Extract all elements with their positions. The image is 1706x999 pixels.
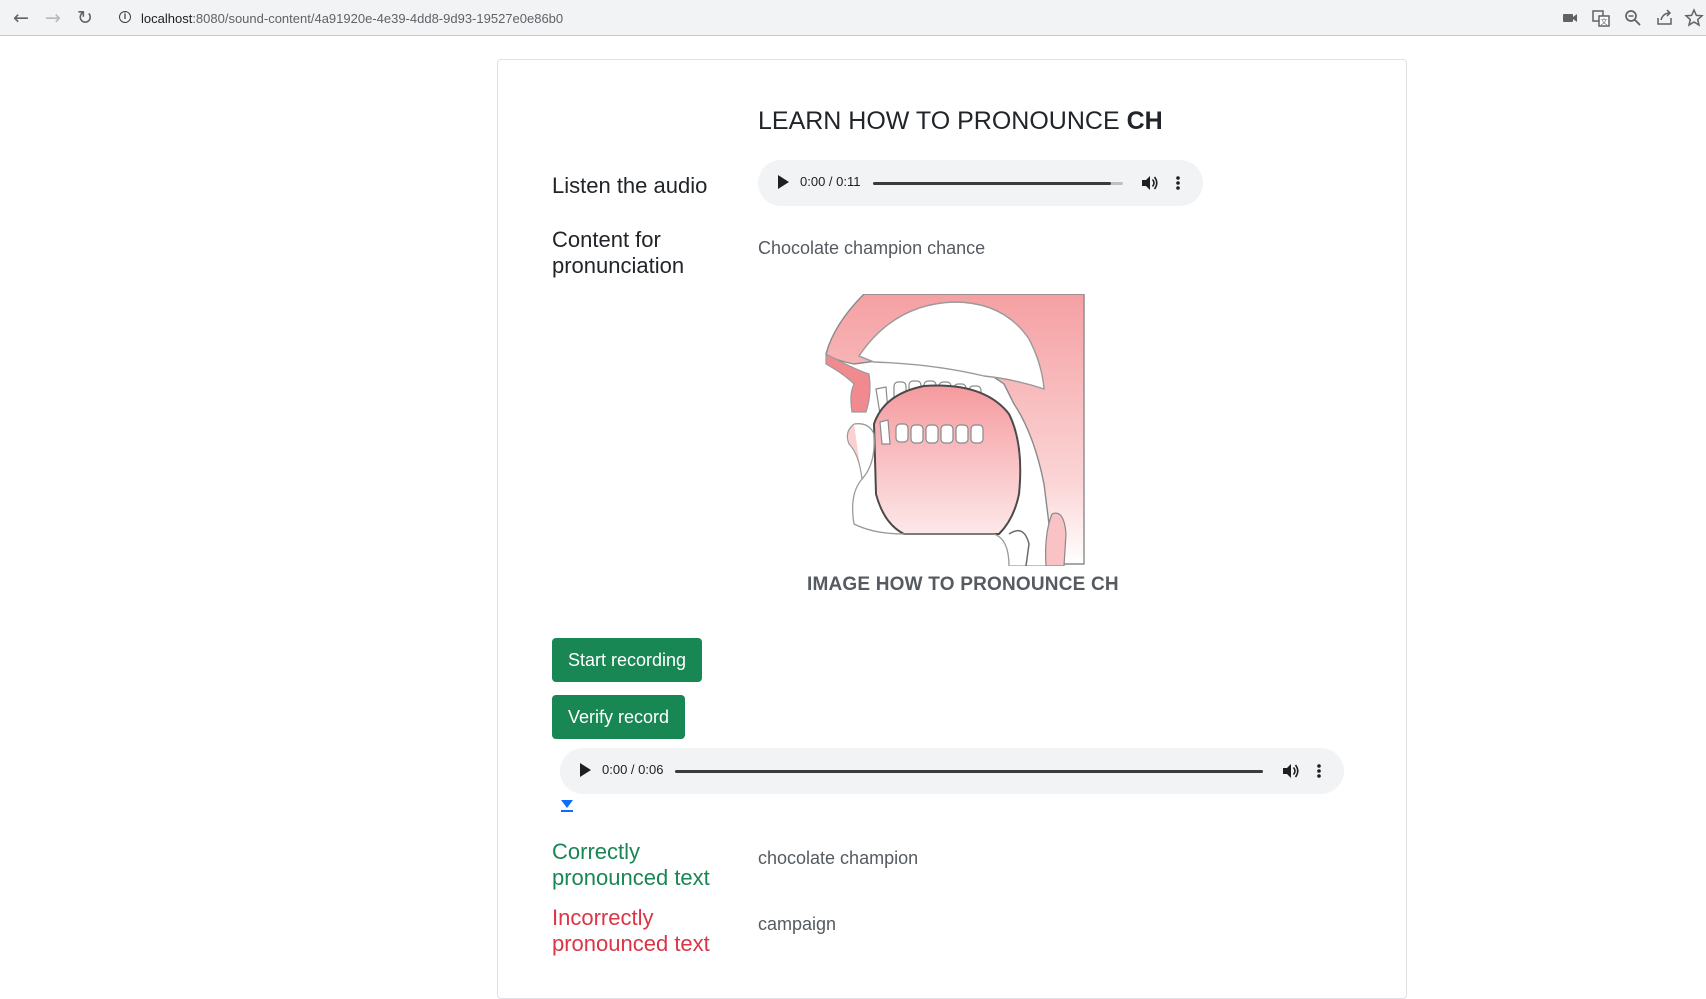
play-icon[interactable]	[778, 175, 789, 189]
recorded-audio-time: 0:00 / 0:06	[602, 762, 664, 777]
recorded-audio-seekbar-fill	[675, 770, 1263, 773]
url-text[interactable]: localhost:8080/sound-content/4a91920e-4e…	[141, 11, 563, 26]
mouth-diagram-image	[825, 294, 1085, 566]
address-bar[interactable]: i localhost:8080/sound-content/4a91920e-…	[107, 4, 1537, 32]
back-arrow-icon[interactable]: ←	[8, 5, 34, 31]
correct-label: Correctly pronounced text	[552, 839, 710, 890]
recorded-audio-seekbar[interactable]	[675, 770, 1263, 773]
reference-audio-seekbar-fill	[873, 182, 1111, 185]
more-vert-icon[interactable]	[1316, 761, 1322, 781]
more-vert-icon[interactable]	[1175, 173, 1181, 193]
svg-text:文: 文	[1601, 17, 1608, 26]
reload-icon[interactable]: ↻	[72, 5, 98, 31]
pronunciation-card: LEARN HOW TO PRONOUNCE CH Listen the aud…	[497, 59, 1407, 999]
content-text: Chocolate champion chance	[758, 238, 986, 258]
caption-prefix: IMAGE HOW TO PRONOUNCE	[807, 574, 1091, 595]
caption-sound: CH	[1090, 574, 1119, 595]
url-host: localhost	[141, 11, 193, 26]
listen-label: Listen the audio	[552, 173, 708, 198]
image-caption: IMAGE HOW TO PRONOUNCE CH	[807, 574, 1119, 596]
info-icon[interactable]: i	[119, 11, 131, 23]
volume-icon[interactable]	[1280, 761, 1300, 781]
reference-audio-player[interactable]: 0:00 / 0:11	[758, 160, 1203, 206]
volume-icon[interactable]	[1139, 173, 1159, 193]
recorded-audio-player[interactable]: 0:00 / 0:06	[560, 748, 1344, 794]
reference-audio-seekbar[interactable]	[873, 182, 1123, 185]
page-title: LEARN HOW TO PRONOUNCE CH	[758, 107, 1163, 136]
start-recording-button[interactable]: Start recording	[552, 638, 703, 682]
verify-record-button[interactable]: Verify record	[552, 695, 686, 739]
star-icon[interactable]	[1684, 8, 1704, 28]
translate-icon[interactable]: 文	[1591, 8, 1611, 28]
share-icon[interactable]	[1655, 8, 1675, 28]
url-path: :8080/sound-content/4a91920e-4e39-4dd8-9…	[192, 11, 564, 26]
title-sound: CH	[1126, 107, 1163, 135]
forward-arrow-icon[interactable]: →	[40, 5, 66, 31]
reference-audio-time: 0:00 / 0:11	[800, 174, 861, 189]
play-icon[interactable]	[580, 763, 591, 777]
zoom-icon[interactable]	[1623, 8, 1643, 28]
incorrect-text: campaign	[758, 914, 837, 934]
content-label: Content for pronunciation	[552, 227, 685, 278]
title-prefix: LEARN HOW TO PRONOUNCE	[758, 107, 1127, 135]
camera-icon[interactable]	[1560, 8, 1580, 28]
browser-toolbar: ← → ↻ i localhost:8080/sound-content/4a9…	[0, 0, 1706, 36]
incorrect-label: Incorrectly pronounced text	[552, 905, 710, 956]
download-icon[interactable]	[560, 799, 574, 813]
correct-text: chocolate champion	[758, 848, 919, 868]
